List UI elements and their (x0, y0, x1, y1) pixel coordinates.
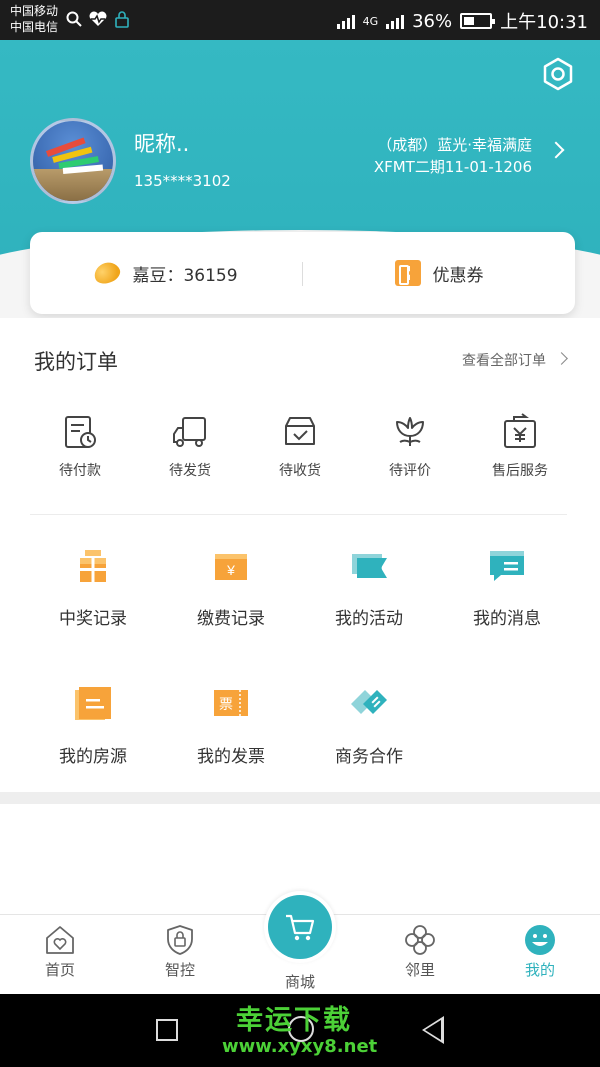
clock: 上午10:31 (500, 12, 588, 33)
order-pending-shipment[interactable]: 待发货 (135, 412, 245, 480)
watermark-url: www.xyxy8.net (222, 1036, 378, 1057)
carrier-2: 中国电信 (10, 20, 59, 34)
avatar[interactable] (30, 118, 116, 204)
order-pending-review[interactable]: 待评价 (355, 412, 465, 480)
heart-rate-icon (89, 11, 107, 26)
order-pending-payment[interactable]: 待付款 (25, 412, 135, 480)
phone-number: 135****3102 (134, 172, 231, 190)
service-my-activities[interactable]: 我的活动 (300, 546, 438, 629)
beans-label: 嘉豆：36159 (132, 265, 238, 286)
smiley-icon (525, 925, 555, 955)
signal-icon (336, 13, 355, 29)
service-payment-records[interactable]: ¥ 缴费记录 (162, 546, 300, 629)
service-my-invoices[interactable]: 票 我的发票 (162, 684, 300, 767)
flag-icon (352, 554, 387, 578)
tab-me[interactable]: 我的 (480, 923, 600, 980)
watermark-title: 幸运下载 (236, 1005, 352, 1036)
service-prize-records[interactable]: 中奖记录 (24, 546, 162, 629)
status-right: 4G 36% 上午10:31 (336, 8, 588, 34)
service-label: 缴费记录 (197, 609, 265, 629)
lock-icon (115, 11, 129, 28)
settings-gear-icon[interactable] (540, 56, 576, 92)
mall-cart-button[interactable] (264, 891, 336, 963)
section-gap (0, 792, 600, 804)
home-icon (46, 926, 74, 954)
tab-neighbors[interactable]: 邻里 (360, 923, 480, 980)
beans-button[interactable]: 嘉豆：36159 (30, 232, 302, 314)
order-label: 待付款 (59, 463, 101, 479)
address-link[interactable]: （成都）蓝光·幸福满庭 XFMT二期11-01-1206 (374, 134, 532, 178)
address-line-1: （成都）蓝光·幸福满庭 (377, 136, 532, 154)
service-my-properties[interactable]: 我的房源 (24, 684, 162, 767)
flower-icon (396, 417, 424, 446)
service-label: 我的发票 (197, 747, 265, 767)
message-icon (490, 551, 524, 581)
signal-icon-2 (386, 13, 405, 29)
box-check-icon (285, 417, 315, 445)
service-business-cooperation[interactable]: 商务合作 (300, 684, 438, 767)
ticket-icon: 票 (214, 690, 248, 716)
truck-icon (173, 417, 206, 447)
section-divider (30, 514, 567, 515)
order-label: 售后服务 (492, 463, 548, 479)
service-label: 我的消息 (473, 609, 541, 629)
order-pending-receipt[interactable]: 待收货 (245, 412, 355, 480)
handshake-icon (351, 690, 387, 714)
service-my-messages[interactable]: 我的消息 (438, 546, 576, 629)
order-status-row: 待付款 待发货 待收货 待评价 售后服务 (0, 412, 600, 502)
system-nav-bar: 幸运下载 www.xyxy8.net (0, 994, 600, 1067)
status-bar: 中国移动 中国电信 4G 36% 上午10:31 (0, 0, 600, 40)
chevron-right-icon[interactable] (547, 141, 565, 159)
coupon-icon (394, 260, 421, 286)
order-label: 待评价 (389, 463, 431, 479)
tab-label: 首页 (44, 961, 75, 979)
refund-icon (504, 413, 536, 448)
service-label: 商务合作 (335, 747, 403, 767)
gift-icon (80, 550, 106, 582)
chevron-right-icon[interactable] (555, 352, 568, 365)
summary-card: 嘉豆：36159 优惠券 (30, 232, 575, 314)
service-label: 我的房源 (59, 747, 127, 767)
address-line-2: XFMT二期11-01-1206 (373, 158, 532, 176)
house-doc-icon (75, 687, 111, 720)
bean-icon (91, 258, 124, 288)
network-label: 4G (362, 14, 379, 28)
nickname[interactable]: 昵称.. (134, 128, 189, 158)
shield-lock-icon (167, 925, 193, 955)
tab-label: 智控 (164, 961, 195, 979)
battery-icon (460, 13, 496, 29)
recents-button[interactable] (156, 1019, 178, 1041)
tab-mall-label[interactable]: 商城 (240, 971, 360, 992)
order-label: 待收货 (279, 463, 321, 479)
tab-label: 邻里 (404, 961, 435, 979)
order-label: 待发货 (169, 463, 211, 479)
svg-text:¥: ¥ (226, 562, 235, 578)
bottom-tab-bar: 首页 智控 商城 邻里 我的 (0, 891, 600, 994)
back-button[interactable] (422, 1016, 444, 1044)
tab-label: 我的 (524, 961, 555, 979)
search-icon (66, 11, 82, 27)
service-label: 我的活动 (335, 609, 403, 629)
orders-section: 我的订单 查看全部订单 待付款 待发货 待收货 待评价 售后服务 中奖记录 ¥ … (0, 318, 600, 792)
service-label: 中奖记录 (59, 609, 127, 629)
tab-smart-control[interactable]: 智控 (120, 923, 240, 980)
battery-percent: 36% (412, 10, 453, 32)
view-all-orders-link[interactable]: 查看全部订单 (462, 350, 546, 370)
payment-pending-icon (65, 416, 96, 448)
carrier-1: 中国移动 (10, 4, 59, 18)
tab-home[interactable]: 首页 (0, 923, 120, 980)
status-icons (66, 10, 130, 28)
order-after-sales[interactable]: 售后服务 (465, 412, 575, 480)
coupon-button[interactable]: 优惠券 (303, 232, 575, 314)
yuan-card-icon: ¥ (215, 554, 247, 580)
clover-icon (405, 925, 435, 955)
coupon-label: 优惠券 (432, 265, 484, 286)
orders-title: 我的订单 (34, 350, 118, 374)
shopping-cart-icon (286, 914, 315, 941)
svg-text:票: 票 (219, 697, 233, 713)
carrier-labels: 中国移动 中国电信 (10, 3, 58, 35)
